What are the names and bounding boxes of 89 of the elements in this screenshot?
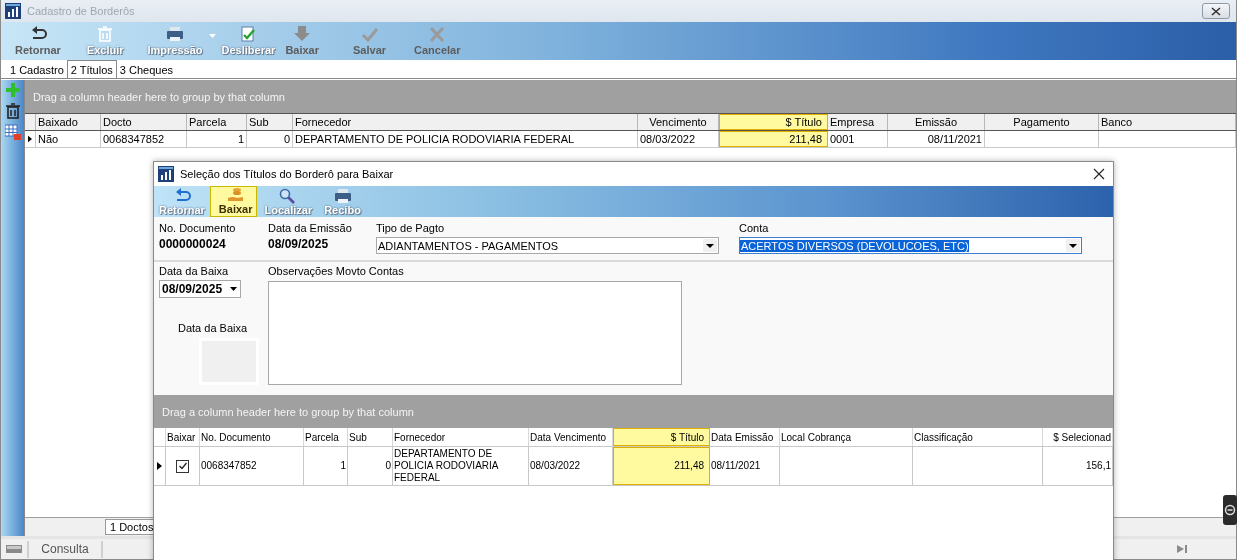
field-label: Tipo de Pagto xyxy=(376,222,446,234)
close-icon xyxy=(1093,168,1105,180)
trash-icon xyxy=(5,103,20,119)
check-icon xyxy=(360,26,379,42)
field-label: Data da Baixa xyxy=(178,322,248,334)
column-header[interactable]: Emissão xyxy=(888,114,985,130)
column-header[interactable]: Parcela xyxy=(187,114,247,130)
checkbox[interactable] xyxy=(176,459,189,473)
toolbar-button[interactable]: Retornar xyxy=(11,22,65,60)
table-cell: 1 xyxy=(304,447,348,485)
field-label: Conta xyxy=(739,222,770,234)
close-button[interactable] xyxy=(1091,166,1107,182)
table-cell: 1 xyxy=(187,131,247,147)
column-header[interactable]: Vencimento xyxy=(638,114,719,130)
table-row[interactable]: 0068347852 1 0 DEPARTAMENTO DE POLICIA RODOVIARIA FEDERAL 08/03/2022 211,48 08/11/2021 156,1 xyxy=(154,447,1113,486)
coins-hand-icon xyxy=(226,187,245,203)
column-header[interactable]: Fornecedor xyxy=(293,114,638,130)
close-button[interactable] xyxy=(1202,3,1230,19)
close-icon xyxy=(1211,6,1221,16)
date-picker[interactable]: 08/09/2025 xyxy=(159,280,241,298)
table-cell: 156,1 xyxy=(1043,447,1113,485)
cross-icon xyxy=(428,26,447,42)
dropdown-arrow-icon xyxy=(706,243,714,248)
column-header[interactable]: No. Documento xyxy=(200,428,304,446)
toolbar-button[interactable]: Baixar xyxy=(209,186,258,217)
keyboard-icon xyxy=(6,545,22,553)
column-header[interactable]: Data Emissão xyxy=(710,428,780,446)
mode-indicator: Consulta xyxy=(29,540,103,558)
table-cell: 0068347852 xyxy=(101,131,187,147)
column-header[interactable]: $ Título xyxy=(613,428,710,446)
app-icon xyxy=(158,166,174,182)
table-cell: DEPARTAMENTO DE POLICIA RODOVIARIA FEDERAL xyxy=(393,447,529,485)
column-header[interactable]: Docto xyxy=(101,114,187,130)
table-cell: 211,48 xyxy=(613,447,710,485)
tab[interactable]: 1 Cadastro xyxy=(7,62,67,78)
payment-type-dropdown[interactable]: ADIANTAMENTOS - PAGAMENTOS xyxy=(376,237,719,254)
field-label: Data da Baixa xyxy=(159,265,229,277)
table-cell: 08/11/2021 xyxy=(888,131,985,147)
toolbar-button[interactable]: Salvar xyxy=(349,22,391,60)
window-title: Cadastro de Borderôs xyxy=(27,5,135,17)
column-header[interactable]: Pagamento xyxy=(985,114,1099,130)
document-check-icon xyxy=(239,26,258,42)
tab[interactable]: 3 Cheques xyxy=(116,62,177,78)
last-page-icon xyxy=(1177,545,1188,553)
field-label: Observações Movto Contas xyxy=(268,265,405,277)
printer-icon xyxy=(166,26,185,42)
column-header[interactable]: $ Título xyxy=(719,114,828,130)
table-cell: 211,48 xyxy=(719,131,828,147)
notes-field[interactable] xyxy=(268,281,682,385)
column-header[interactable]: Fornecedor xyxy=(393,428,529,446)
dropdown-arrow-icon xyxy=(230,287,237,291)
toolbar-button[interactable]: Baixar xyxy=(281,22,323,60)
printer-icon xyxy=(333,187,352,204)
column-header[interactable]: Baixar xyxy=(166,428,200,446)
column-header[interactable]: Classificação xyxy=(913,428,1043,446)
column-header[interactable]: Baixado xyxy=(36,114,101,130)
table-cell: 0001 xyxy=(828,131,888,147)
tab[interactable]: 2 Títulos xyxy=(66,60,117,78)
issue-date: 08/09/2025 xyxy=(268,237,330,251)
column-header[interactable]: Empresa xyxy=(828,114,888,130)
column-header[interactable]: Sub xyxy=(247,114,293,130)
caret-icon xyxy=(208,34,216,38)
column-header[interactable]: Sub xyxy=(348,428,393,446)
add-icon xyxy=(4,82,21,98)
dropdown-arrow-icon xyxy=(1069,243,1077,248)
table-cell: Não xyxy=(36,131,101,147)
table-cell: DEPARTAMENTO DE POLICIA RODOVIARIA FEDERAL xyxy=(293,131,638,147)
column-header[interactable]: Data Vencimento xyxy=(529,428,613,446)
column-header[interactable]: Local Cobrança xyxy=(780,428,913,446)
field-label: Data da Emissão xyxy=(268,222,353,234)
dialog-title: Seleção dos Títulos do Borderô para Baixar xyxy=(180,168,394,180)
account-dropdown[interactable]: ACERTOS DIVERSOS (DEVOLUCOES, ETC) xyxy=(739,237,1082,254)
download-arrow-icon xyxy=(293,26,312,42)
app-icon xyxy=(5,3,21,19)
side-tab-icon xyxy=(1223,495,1237,525)
column-header[interactable]: Parcela xyxy=(304,428,348,446)
group-hint: Drag a column header here to group by that column xyxy=(162,405,414,418)
grid-settings-icon xyxy=(4,124,21,140)
corner-cell xyxy=(25,114,36,130)
group-hint: Drag a column header here to group by that column xyxy=(33,90,285,103)
table-row[interactable]: Não 0068347852 1 0 DEPARTAMENTO DE POLICIA RODOVIARIA FEDERAL 08/03/2022 211,48 0001 08/11/2021 xyxy=(25,131,1236,148)
table-cell: 08/11/2021 xyxy=(710,447,780,485)
column-header[interactable]: Banco xyxy=(1099,114,1236,130)
field-label: No. Documento xyxy=(159,222,237,234)
table-cell: 0 xyxy=(348,447,393,485)
table-cell: 0 xyxy=(247,131,293,147)
table-cell: 0068347852 xyxy=(200,447,304,485)
trash-icon xyxy=(96,26,115,42)
document-number: 0000000024 xyxy=(159,237,227,251)
